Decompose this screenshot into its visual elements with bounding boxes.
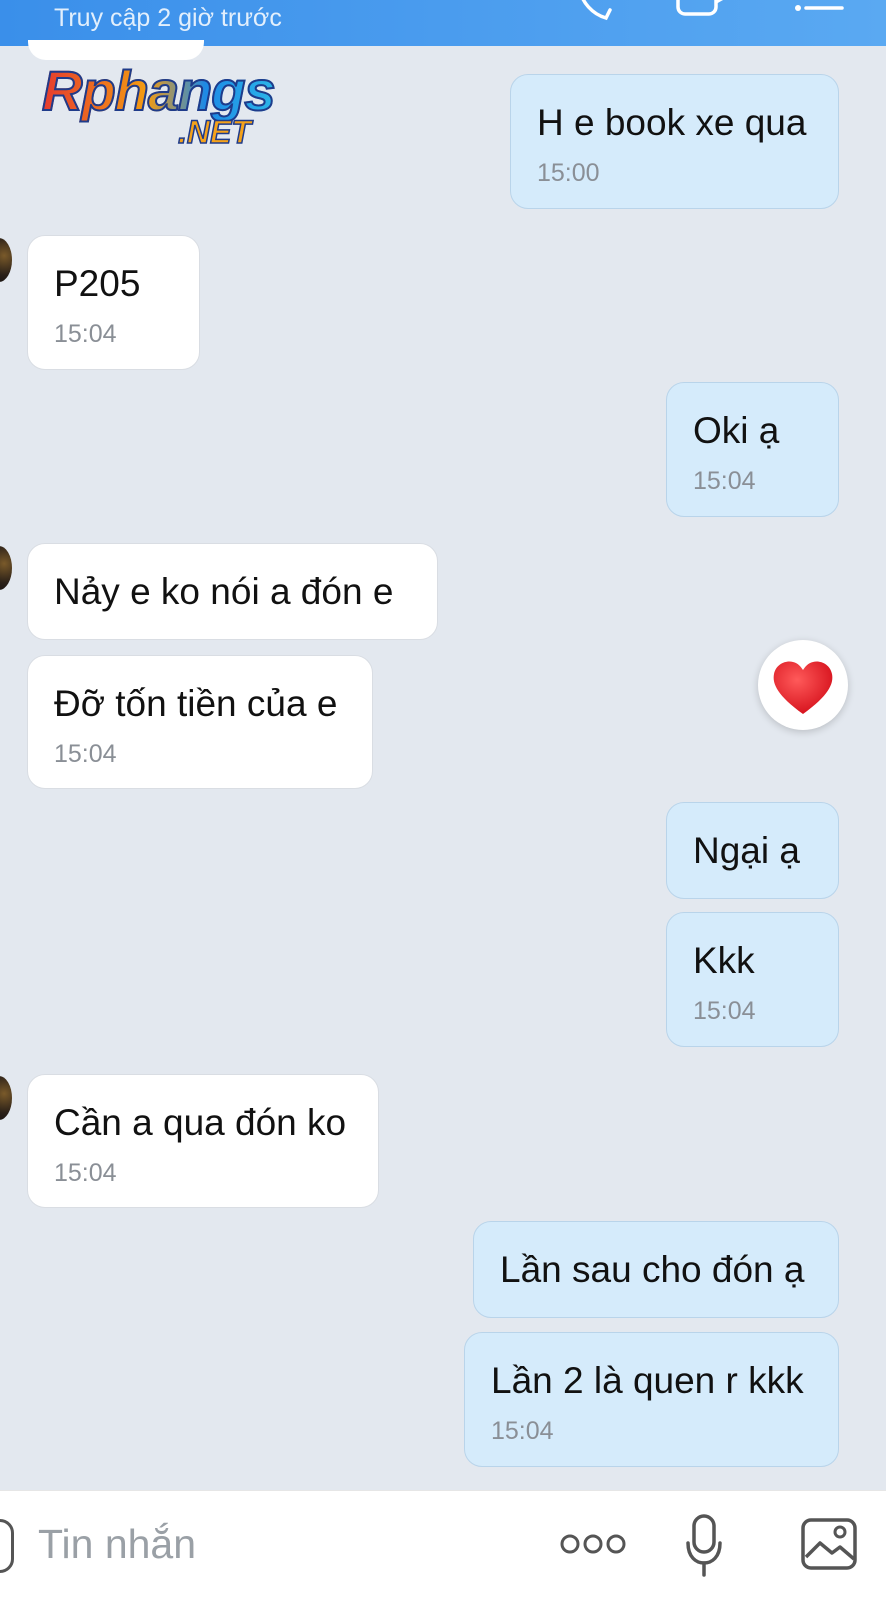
phone-icon[interactable]	[574, 0, 614, 24]
message-bubble-outgoing[interactable]: Ngại ạ	[666, 802, 839, 899]
watermark-logo: Rphangs .NET	[41, 58, 312, 158]
message-text: Lần sau cho đón ạ	[500, 1249, 805, 1290]
emoji-icon[interactable]	[0, 1519, 14, 1573]
message-text: Kkk	[693, 940, 755, 981]
video-icon[interactable]	[674, 0, 734, 20]
message-text: H e book xe qua	[537, 102, 807, 143]
message-bubble-incoming[interactable]: P205 15:04	[27, 235, 200, 370]
message-time: 15:04	[54, 1159, 117, 1187]
message-time: 15:04	[491, 1417, 554, 1445]
message-text: Cần a qua đón ko	[54, 1102, 347, 1143]
message-bubble-outgoing[interactable]: Oki ạ 15:04	[666, 382, 839, 517]
image-icon[interactable]	[800, 1517, 858, 1571]
message-bubble-incoming[interactable]: Cần a qua đón ko 15:04	[27, 1074, 379, 1208]
message-bubble-incoming[interactable]: Đỡ tốn tiền của e 15:04	[27, 655, 373, 789]
menu-icon[interactable]	[790, 0, 850, 20]
watermark-sub: .NET	[177, 113, 251, 151]
message-text: Oki ạ	[693, 410, 780, 451]
message-time: 15:04	[693, 997, 756, 1025]
contact-avatar[interactable]	[0, 1076, 12, 1120]
message-composer: Tin nhắn	[0, 1490, 886, 1601]
message-text: Nảy e ko nói a đón e	[54, 571, 394, 612]
message-time: 15:04	[54, 320, 117, 348]
microphone-icon[interactable]	[684, 1513, 724, 1579]
last-seen-status: Truy cập 2 giờ trước	[54, 4, 282, 32]
message-text: Ngại ạ	[693, 830, 800, 871]
message-bubble-outgoing[interactable]: H e book xe qua 15:00	[510, 74, 839, 209]
message-text: Đỡ tốn tiền của e	[54, 683, 338, 724]
contact-avatar[interactable]	[0, 546, 12, 590]
contact-avatar[interactable]	[0, 238, 12, 282]
message-time: 15:04	[54, 740, 117, 768]
previous-message-bubble	[28, 40, 204, 60]
message-time: 15:04	[693, 467, 756, 495]
heart-icon	[773, 661, 833, 714]
more-icon[interactable]	[560, 1529, 626, 1559]
message-text: P205	[54, 263, 141, 304]
message-input[interactable]: Tin nhắn	[38, 1521, 196, 1568]
message-bubble-outgoing[interactable]: Lần 2 là quen r kkk 15:04	[464, 1332, 839, 1467]
message-time: 15:00	[537, 159, 600, 187]
message-bubble-incoming[interactable]: Nảy e ko nói a đón e	[27, 543, 438, 640]
reaction-button[interactable]	[758, 640, 848, 730]
message-bubble-outgoing[interactable]: Kkk 15:04	[666, 912, 839, 1047]
message-bubble-outgoing[interactable]: Lần sau cho đón ạ	[473, 1221, 839, 1318]
message-text: Lần 2 là quen r kkk	[491, 1360, 804, 1401]
